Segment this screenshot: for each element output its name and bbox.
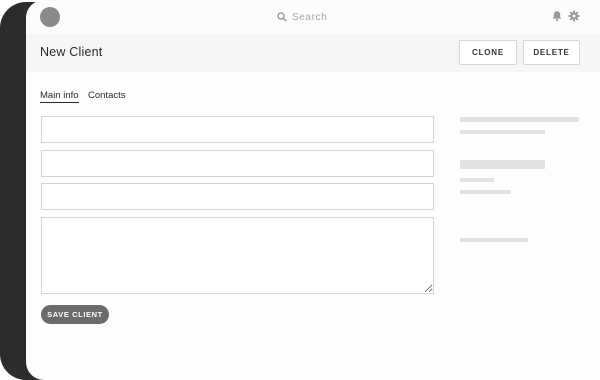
sidebar-placeholder-bar xyxy=(460,190,511,194)
client-field-1[interactable] xyxy=(41,116,434,143)
search-placeholder: Search xyxy=(292,11,328,23)
top-bar: Search xyxy=(26,0,600,34)
save-client-button[interactable]: SAVE CLIENT xyxy=(41,305,109,324)
clone-button[interactable]: CLONE xyxy=(459,40,517,65)
bell-icon[interactable] xyxy=(551,10,563,22)
tab-main-info[interactable]: Main info xyxy=(40,90,79,103)
page-header: New Client CLONE DELETE xyxy=(26,34,600,72)
delete-button[interactable]: DELETE xyxy=(523,40,580,65)
search-box[interactable]: Search xyxy=(277,8,327,26)
client-notes-field[interactable] xyxy=(41,217,434,294)
sidebar-placeholder-bar xyxy=(460,238,528,242)
tab-contacts[interactable]: Contacts xyxy=(88,90,126,101)
sidebar-placeholder-bar xyxy=(460,178,494,182)
client-field-3[interactable] xyxy=(41,183,434,210)
avatar[interactable] xyxy=(40,7,60,27)
sidebar-placeholder-bar xyxy=(460,130,545,134)
gear-icon[interactable] xyxy=(568,10,580,22)
sidebar-placeholder-bar xyxy=(460,160,545,169)
search-icon xyxy=(277,12,287,22)
page-title: New Client xyxy=(40,45,103,59)
client-field-2[interactable] xyxy=(41,150,434,177)
app-screen: Search New Client CLONE DELETE Main info… xyxy=(26,0,600,380)
sidebar-placeholder-bar xyxy=(460,117,579,122)
device-frame: Search New Client CLONE DELETE Main info… xyxy=(0,0,600,380)
